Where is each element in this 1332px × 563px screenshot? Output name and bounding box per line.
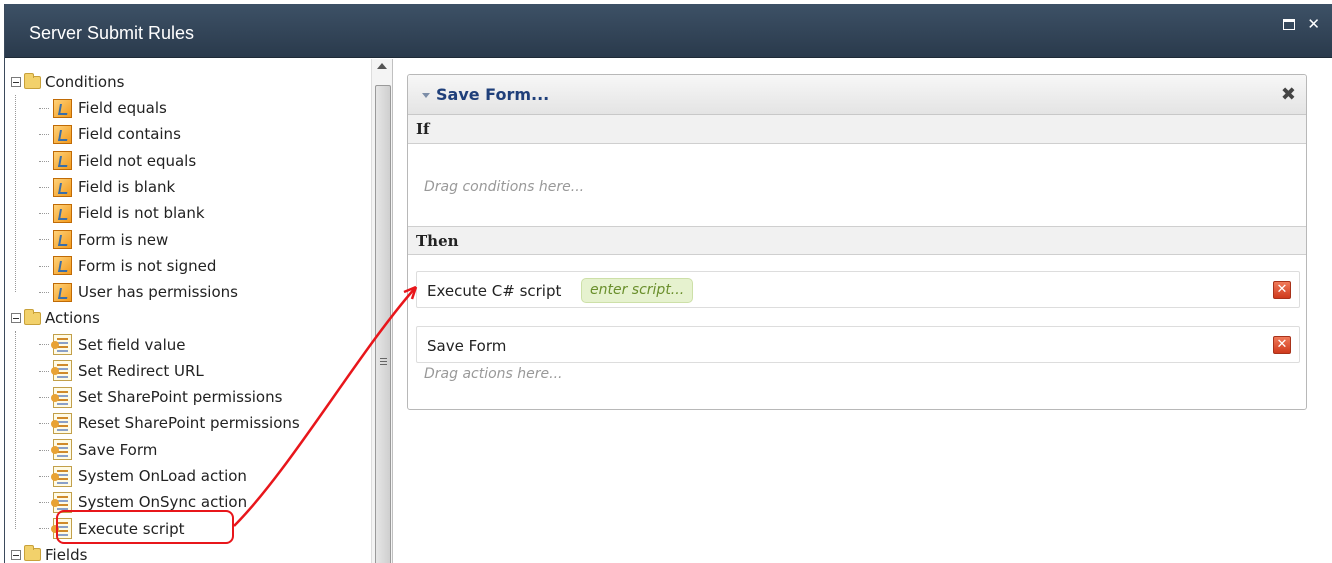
- action-icon: [51, 334, 72, 356]
- actions-drop-zone[interactable]: Execute C# script enter script... ✕ Save…: [408, 255, 1306, 400]
- tree-item-label: Set SharePoint permissions: [78, 388, 283, 407]
- collapse-icon[interactable]: [11, 313, 21, 324]
- condition-icon: [53, 124, 72, 144]
- tree-item-label: Set field value: [78, 335, 186, 354]
- tree-item-action[interactable]: System OnLoad action: [11, 463, 369, 489]
- if-section-header: If: [408, 115, 1306, 144]
- conditions-list: Field equals Field contains Field not eq…: [11, 95, 369, 305]
- action-icon: [51, 386, 72, 408]
- action-label: Execute C# script: [427, 282, 562, 300]
- delete-action-icon[interactable]: ✕: [1273, 281, 1291, 299]
- tree-item-label: System OnSync action: [78, 493, 248, 512]
- tree-item-condition[interactable]: Form is new: [11, 226, 369, 252]
- scroll-up-arrow-icon[interactable]: [377, 63, 387, 69]
- conditions-drop-zone[interactable]: Drag conditions here...: [408, 144, 1306, 226]
- action-execute-script[interactable]: Execute C# script enter script... ✕: [416, 271, 1300, 308]
- tree-item-label: System OnLoad action: [78, 467, 247, 485]
- collapse-icon[interactable]: [11, 77, 21, 87]
- rule-designer: Save Form... ✖ If Drag conditions here..…: [395, 59, 1332, 563]
- condition-icon: [53, 230, 72, 250]
- condition-icon: [53, 282, 72, 302]
- window-controls: ✕: [1283, 17, 1320, 32]
- condition-icon: [53, 177, 72, 197]
- tree-item-condition[interactable]: Form is not signed: [11, 253, 369, 279]
- title-bar: Server Submit Rules ✕: [5, 4, 1332, 58]
- dialog-body: Conditions Field equals Field contains F…: [5, 59, 1332, 563]
- window-title: Server Submit Rules: [29, 23, 195, 43]
- maximize-icon[interactable]: [1283, 18, 1296, 30]
- action-label: Save Form: [427, 337, 507, 355]
- collapse-arrow-icon[interactable]: [422, 93, 430, 98]
- tree-item-action[interactable]: Save Form: [11, 437, 369, 463]
- tree-item-label: Save Form: [78, 440, 158, 459]
- toolbox-tree: Conditions Field equals Field contains F…: [11, 69, 369, 563]
- condition-icon: [53, 151, 72, 171]
- grip-icon: [380, 358, 387, 359]
- tree-item-label: Set Redirect URL: [78, 361, 204, 380]
- tree-item-label: Field is blank: [78, 178, 176, 197]
- actions-placeholder: Drag actions here...: [424, 366, 563, 382]
- tree-group-label: Fields: [45, 545, 88, 563]
- collapse-icon[interactable]: [11, 549, 21, 560]
- tree-item-action[interactable]: Set field value: [11, 331, 369, 357]
- rule-card: Save Form... ✖ If Drag conditions here..…: [407, 74, 1307, 410]
- delete-action-icon[interactable]: ✕: [1273, 336, 1291, 354]
- condition-icon: [53, 256, 72, 276]
- tree-group-label: Actions: [45, 309, 100, 328]
- then-section-header: Then: [408, 226, 1306, 255]
- tree-item-label: Field not equals: [78, 151, 197, 170]
- rule-header[interactable]: Save Form... ✖: [408, 75, 1306, 115]
- scrollbar-thumb[interactable]: [375, 85, 391, 563]
- tree-item-condition[interactable]: User has permissions: [11, 279, 369, 305]
- tree-item-condition[interactable]: Field equals: [11, 95, 369, 121]
- tree-item-action[interactable]: Set SharePoint permissions: [11, 384, 369, 410]
- tree-item-label: Field equals: [78, 99, 167, 118]
- condition-icon: [53, 98, 72, 118]
- tree-item-condition[interactable]: Field not equals: [11, 148, 369, 174]
- tree-item-label: Form is new: [78, 230, 169, 249]
- tree-group-actions[interactable]: Actions: [11, 305, 369, 331]
- tree-item-label: User has permissions: [78, 283, 238, 302]
- tree-item-condition[interactable]: Field is blank: [11, 174, 369, 200]
- annotation-highlight-box: [56, 510, 234, 544]
- tree-scrollbar[interactable]: [371, 59, 392, 563]
- tree-item-action[interactable]: Reset SharePoint permissions: [11, 410, 369, 436]
- folder-icon: [24, 545, 41, 562]
- tree-group-fields[interactable]: Fields: [11, 542, 369, 563]
- action-icon: [51, 465, 72, 487]
- tree-group-conditions[interactable]: Conditions: [11, 69, 369, 95]
- conditions-placeholder: Drag conditions here...: [424, 179, 585, 195]
- action-icon: [51, 412, 72, 434]
- tree-item-condition[interactable]: Field is not blank: [11, 200, 369, 226]
- action-save-form[interactable]: Save Form ✕: [416, 326, 1300, 363]
- tree-item-condition[interactable]: Field contains: [11, 121, 369, 147]
- close-icon[interactable]: ✕: [1307, 17, 1320, 32]
- tree-item-action[interactable]: Set Redirect URL: [11, 358, 369, 384]
- folder-icon: [24, 72, 41, 89]
- toolbox-panel: Conditions Field equals Field contains F…: [5, 59, 393, 563]
- action-icon: [51, 439, 72, 461]
- action-icon: [51, 360, 72, 382]
- condition-icon: [53, 203, 72, 223]
- folder-icon: [24, 308, 41, 325]
- enter-script-link[interactable]: enter script...: [581, 278, 694, 303]
- server-submit-rules-window: Server Submit Rules ✕ Conditions Field e…: [4, 4, 1332, 563]
- tree-item-label: Field is not blank: [78, 204, 205, 223]
- tree-item-label: Reset SharePoint permissions: [78, 414, 300, 433]
- tree-item-label: Form is not signed: [78, 256, 217, 275]
- tree-item-label: Field contains: [78, 125, 181, 144]
- rule-title[interactable]: Save Form...: [436, 85, 549, 104]
- tree-group-label: Conditions: [45, 73, 125, 91]
- rule-close-icon[interactable]: ✖: [1281, 84, 1296, 105]
